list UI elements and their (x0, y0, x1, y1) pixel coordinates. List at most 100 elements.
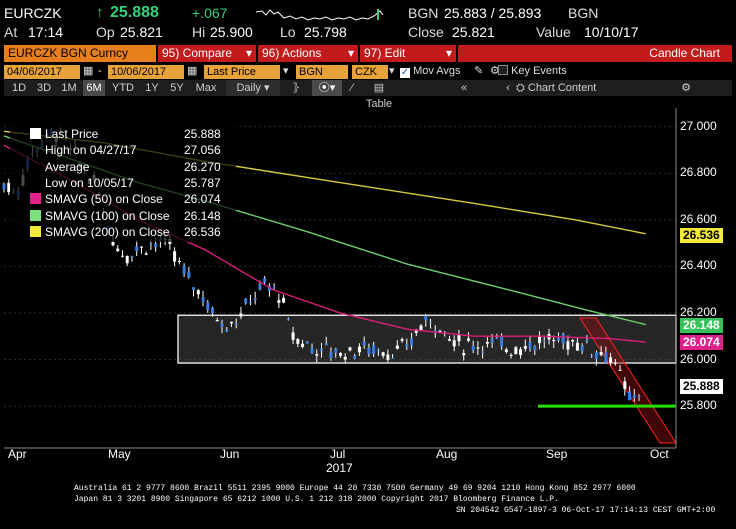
candle-body (301, 343, 305, 347)
actions-button[interactable]: 96) Actions ▾ (258, 45, 358, 62)
candle-body (357, 346, 361, 353)
candle-body (452, 340, 456, 347)
y-tick-label: 26.200 (680, 304, 717, 319)
range-6m-button[interactable]: 6M (83, 80, 105, 96)
candle-body (291, 332, 295, 340)
legend-label: Low on 10/05/17 (45, 175, 134, 190)
range-3d-button[interactable]: 3D (33, 80, 55, 96)
bid-ask: 25.883 / 25.893 (444, 5, 542, 21)
checkbox-icon: ✓ (400, 67, 410, 78)
candle-body (282, 297, 286, 303)
settings-icon[interactable]: ⚙ (676, 80, 696, 96)
candle-body (457, 334, 461, 342)
candle-body (196, 290, 200, 295)
y-axis-value-tag: 26.074 (680, 335, 723, 351)
candle-body (229, 321, 233, 324)
legend-value: 26.536 (184, 224, 221, 239)
candle-body (234, 323, 238, 325)
line-chart-icon[interactable]: ⦄ (284, 80, 308, 96)
range-1y-button[interactable]: 1Y (141, 80, 163, 96)
candle-body (523, 346, 527, 349)
candle-body (154, 243, 158, 248)
price-field-select[interactable]: Last Price (204, 65, 280, 79)
candle-body (556, 337, 560, 341)
period-select[interactable]: Daily ▾ (226, 80, 280, 96)
range-max-button[interactable]: Max (191, 80, 221, 96)
candle-body (376, 349, 380, 351)
range-1d-button[interactable]: 1D (8, 80, 30, 96)
currency-dropdown-icon[interactable]: ▾ (389, 64, 395, 79)
candle-body (438, 330, 442, 332)
end-date-field[interactable]: 10/06/2017 (108, 65, 184, 79)
candle-body (253, 298, 257, 301)
candle-body (604, 352, 608, 363)
pencil-icon[interactable]: ✎ (474, 64, 483, 79)
zoom-icon[interactable]: ⦿▾ (312, 80, 342, 96)
y-tick-label: 26.800 (680, 165, 717, 180)
range-5y-button[interactable]: 5Y (166, 80, 188, 96)
candle-body (338, 352, 342, 356)
mov-avgs-toggle[interactable]: ✓ Mov Avgs (400, 64, 461, 79)
candle-body (528, 342, 532, 348)
candle-body (215, 319, 219, 322)
high-label: Hi (192, 24, 206, 40)
candle-body (519, 349, 523, 356)
candle-body (575, 342, 579, 351)
candle-body (424, 315, 428, 321)
candle-body (476, 347, 480, 349)
candle-body (211, 307, 215, 314)
candle-body (111, 241, 115, 246)
candle-body (362, 341, 366, 346)
candle-body (286, 319, 290, 321)
legend-value: 26.148 (184, 208, 221, 223)
candle-body (296, 338, 300, 344)
candle-body (343, 356, 347, 360)
candle-body (613, 362, 617, 364)
legend-swatch (30, 209, 41, 221)
calendar-icon-2[interactable]: ▦ (187, 64, 197, 79)
legend-swatch (30, 128, 41, 139)
date-separator: - (98, 65, 102, 77)
compare-button[interactable]: 95) Compare ▾ (158, 45, 256, 62)
calendar-icon[interactable]: ▦ (83, 64, 93, 79)
chart-content-icon: ⛭ (516, 82, 525, 94)
legend-swatch (30, 193, 41, 205)
candle-body (305, 341, 309, 344)
currency-field[interactable]: CZK (352, 65, 388, 79)
chart-content-arrow-icon[interactable]: ‹ (502, 80, 514, 96)
key-events-toggle[interactable]: Key Events (498, 64, 567, 79)
candle-body (637, 396, 641, 398)
x-tick-label: Jun (220, 447, 240, 461)
candle-body (177, 260, 181, 262)
edit-dropdown-icon: ▾ (445, 46, 452, 60)
candle-body (552, 340, 556, 342)
checkbox-empty-icon (498, 65, 508, 75)
candle-body (272, 287, 276, 289)
legend-row: Last Price 25.888 (30, 127, 224, 142)
legend-row: SMAVG (100) on Close 26.148 (30, 209, 224, 224)
range-1m-button[interactable]: 1M (58, 80, 80, 96)
x-tick-label: Jul (330, 447, 346, 461)
table-button[interactable]: ▤ Table (362, 80, 396, 110)
candle-body (400, 339, 404, 341)
candle-body (628, 391, 632, 401)
line-style-icon[interactable]: ⁄ (344, 80, 360, 96)
edit-button[interactable]: 97) Edit ▾ (360, 45, 456, 62)
security-field[interactable]: EURCZK BGN Curncy (4, 45, 156, 62)
source-field[interactable]: BGN (296, 65, 348, 79)
candle-body (248, 301, 252, 304)
range-ytd-button[interactable]: YTD (108, 80, 138, 96)
candle-body (561, 334, 565, 344)
price-field-dropdown-icon[interactable]: ▾ (283, 64, 289, 79)
chart-content-button[interactable]: ⛭ Chart Content (516, 80, 626, 96)
legend-row: Average 26.270 (30, 160, 224, 175)
chart-type-button[interactable]: Candle Chart (458, 45, 732, 62)
candle-body (329, 351, 333, 359)
candle-body (405, 344, 409, 348)
legend-label: Average (45, 159, 90, 174)
candle-body (618, 369, 622, 371)
candle-body (220, 323, 224, 327)
legend-swatch (30, 161, 41, 172)
start-date-field[interactable]: 04/06/2017 (4, 65, 80, 79)
collapse-left-icon[interactable]: « (452, 80, 476, 96)
